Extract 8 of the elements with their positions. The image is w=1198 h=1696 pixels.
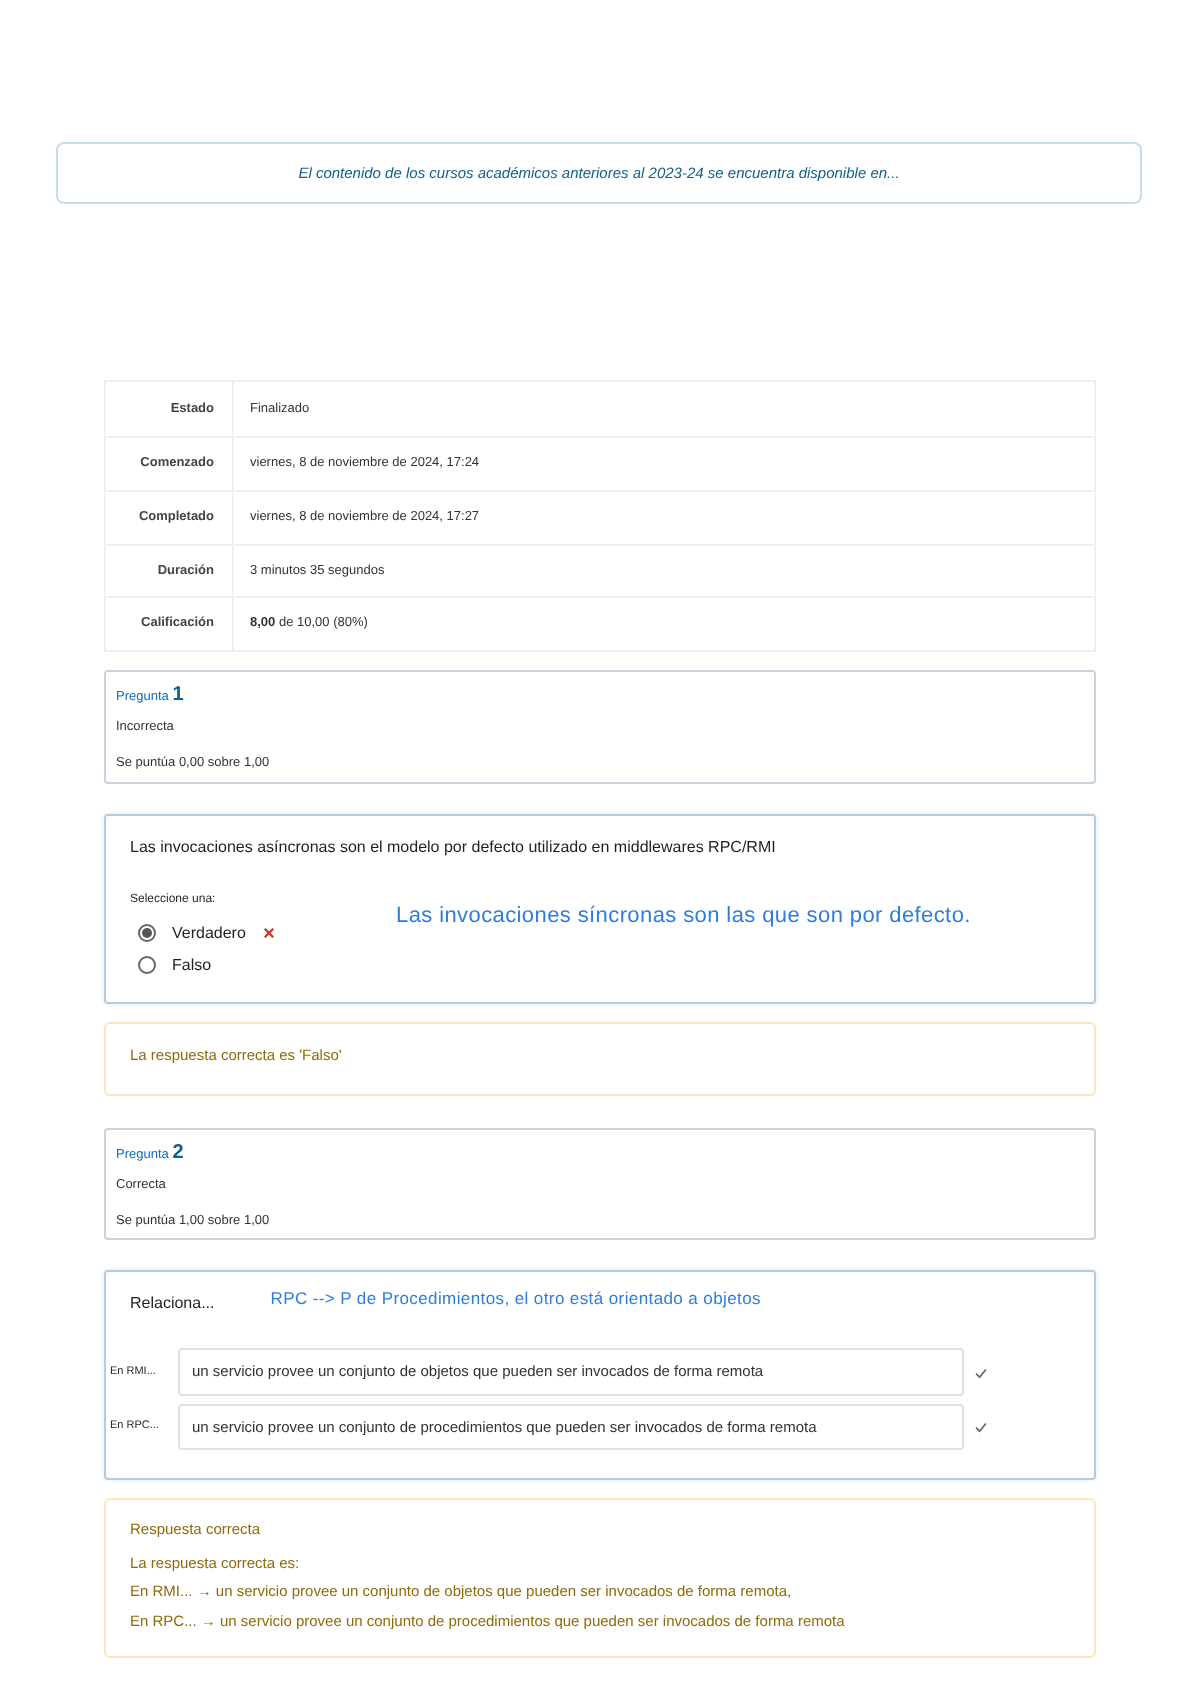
radio-button[interactable] — [138, 924, 156, 943]
radio-option[interactable]: Verdadero — [130, 917, 396, 950]
question-text: Relaciona... — [130, 1292, 215, 1317]
annotation-text: RPC --> P de Procedimientos, el otro está orientado a objetos — [270, 1286, 761, 1312]
question-text: Las invocaciones asíncronas son el modelo por defecto utilizado en middlewares RPC/RMI — [130, 835, 778, 860]
radio-option[interactable]: Falso — [130, 949, 396, 982]
annotation-text: Las invocaciones síncronas son las que son por defecto. — [396, 901, 971, 932]
radio-button[interactable] — [138, 956, 156, 975]
